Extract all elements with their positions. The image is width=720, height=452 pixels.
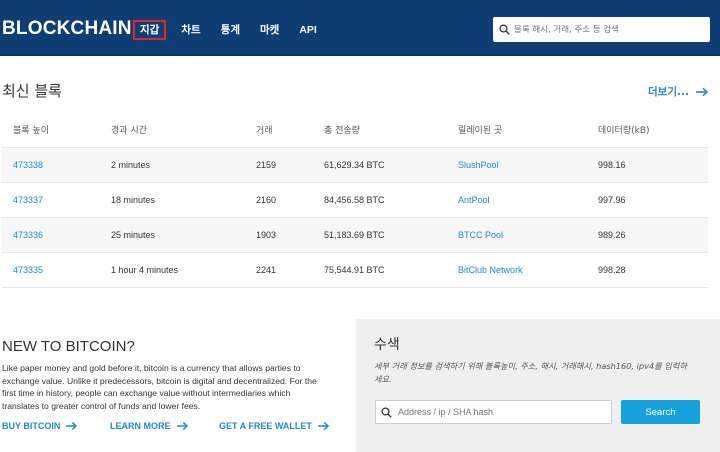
new-to-bitcoin-title: NEW TO BITCOIN? [2, 338, 135, 355]
block-age: 2 minutes [100, 147, 245, 183]
block-age: 18 minutes [100, 182, 245, 218]
block-height-link[interactable]: 473337 [2, 182, 100, 218]
header-search[interactable] [493, 17, 710, 42]
learn-more-link[interactable]: LEARN MORE [110, 421, 189, 431]
search-panel-title: 수색 [374, 337, 400, 353]
latest-blocks-title: 최신 블록 [2, 82, 62, 100]
nav-item-stats[interactable]: 통계 [221, 20, 240, 40]
top-navigation-bar: BLOCKCHAIN 지갑 차트 통계 마켓 API [0, 0, 720, 56]
search-icon [499, 24, 510, 35]
block-size: 989.26 [587, 217, 708, 253]
arrow-right-icon [66, 421, 78, 431]
brand-logo[interactable]: BLOCKCHAIN [2, 19, 132, 39]
nav-item-markets[interactable]: 마켓 [260, 20, 279, 40]
get-free-wallet-label: GET A FREE WALLET [219, 421, 312, 431]
new-to-bitcoin-text: Like paper money and gold before it, bit… [2, 363, 317, 411]
arrow-right-icon [317, 421, 329, 431]
arrow-right-icon [695, 87, 709, 96]
address-search-field[interactable] [375, 400, 612, 424]
column-header-transactions: 거래 [245, 112, 313, 148]
table-row: 473335 1 hour 4 minutes 2241 75,544.91 B… [2, 252, 708, 288]
nav-item-api[interactable]: API [299, 20, 317, 40]
table-header-row: 블록 높이 경과 시간 거래 총 전송량 릴레이된 곳 데이터량(kB) [2, 112, 708, 148]
column-header-age: 경과 시간 [100, 112, 245, 148]
block-height-link[interactable]: 473335 [2, 252, 100, 288]
get-free-wallet-link[interactable]: GET A FREE WALLET [219, 421, 330, 431]
column-header-total-sent: 총 전송량 [313, 112, 447, 148]
column-header-size: 데이터량(kB) [587, 112, 708, 148]
block-size: 998.16 [587, 147, 708, 183]
address-search-input[interactable] [398, 407, 598, 417]
block-age: 1 hour 4 minutes [100, 252, 245, 288]
buy-bitcoin-label: BUY BITCOIN [2, 421, 61, 431]
block-size: 997.96 [587, 182, 708, 218]
search-panel-description: 세부 거래 정보를 검색하기 위해 블록높이, 주소, 해시, 거래해시, ha… [374, 361, 687, 384]
view-more-label: 더보기... [648, 86, 689, 98]
block-height-link[interactable]: 473336 [2, 217, 100, 253]
view-more-link[interactable]: 더보기... [648, 84, 709, 99]
table-row: 473337 18 minutes 2160 84,456.58 BTC Ant… [2, 182, 708, 218]
learn-more-label: LEARN MORE [110, 421, 171, 431]
column-header-height: 블록 높이 [2, 112, 100, 148]
block-tx-count: 2160 [245, 182, 313, 218]
relayed-by-link[interactable]: BTCC Pool [447, 217, 587, 253]
relayed-by-link[interactable]: SlushPool [447, 147, 587, 183]
main-nav: 지갑 차트 통계 마켓 API [133, 18, 337, 42]
block-total-sent: 75,544.91 BTC [313, 252, 447, 288]
search-button[interactable]: Search [621, 400, 700, 424]
relayed-by-link[interactable]: AntPool [447, 182, 587, 218]
table-row: 473336 25 minutes 1903 51,183.69 BTC BTC… [2, 217, 708, 253]
column-header-relayed-by: 릴레이된 곳 [447, 112, 587, 148]
nav-item-wallet[interactable]: 지갑 [133, 20, 167, 40]
nav-item-charts[interactable]: 차트 [181, 20, 200, 40]
block-height-link[interactable]: 473338 [2, 147, 100, 183]
block-total-sent: 84,456.58 BTC [313, 182, 447, 218]
block-tx-count: 2159 [245, 147, 313, 183]
block-total-sent: 61,629.34 BTC [313, 147, 447, 183]
block-size: 998.28 [587, 252, 708, 288]
block-age: 25 minutes [100, 217, 245, 253]
search-icon [381, 406, 392, 418]
block-total-sent: 51,183.69 BTC [313, 217, 447, 253]
block-tx-count: 2241 [245, 252, 313, 288]
table-row: 473338 2 minutes 2159 61,629.34 BTC Slus… [2, 147, 708, 183]
relayed-by-link[interactable]: BitClub Network [447, 252, 587, 288]
latest-blocks-table: 블록 높이 경과 시간 거래 총 전송량 릴레이된 곳 데이터량(kB) 473… [2, 112, 708, 288]
header-search-input[interactable] [514, 24, 704, 35]
arrow-right-icon [176, 421, 188, 431]
buy-bitcoin-link[interactable]: BUY BITCOIN [2, 421, 78, 431]
block-tx-count: 1903 [245, 217, 313, 253]
